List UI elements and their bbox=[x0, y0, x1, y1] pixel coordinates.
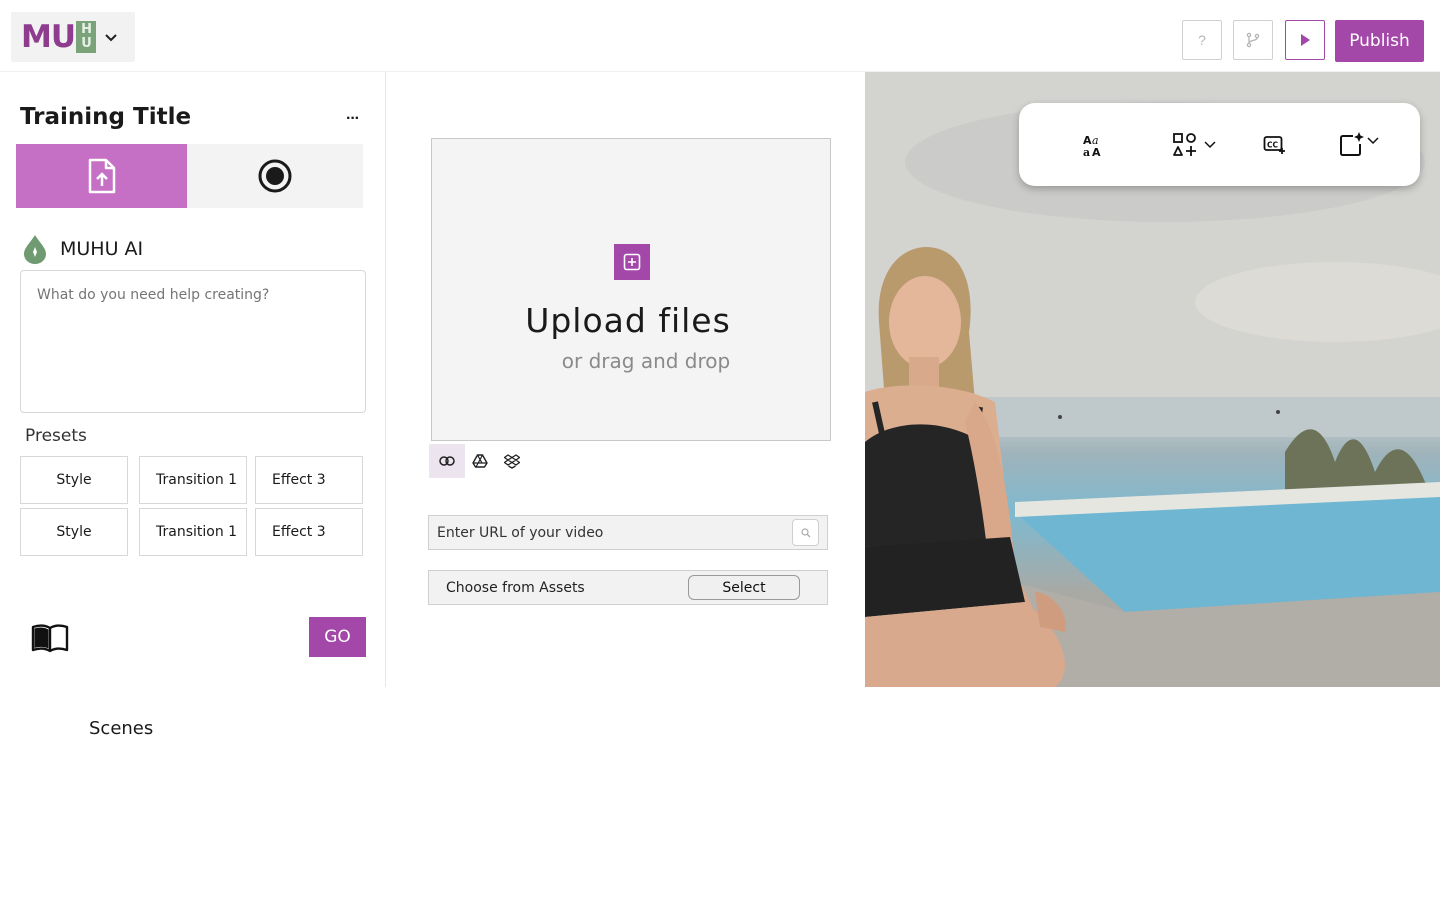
go-button[interactable]: GO bbox=[309, 617, 366, 657]
captions-icon: CC bbox=[1263, 136, 1285, 154]
help-button[interactable]: ? bbox=[1182, 20, 1222, 60]
elements-button[interactable] bbox=[1173, 133, 1216, 157]
search-icon bbox=[800, 527, 810, 537]
tab-record[interactable] bbox=[187, 144, 363, 208]
select-asset-button[interactable]: Select bbox=[688, 575, 800, 600]
sparkle-frame-icon bbox=[1340, 132, 1364, 156]
play-icon bbox=[1301, 34, 1310, 46]
branch-icon bbox=[1246, 32, 1260, 48]
logo-menu-button[interactable]: MU H U bbox=[11, 12, 135, 62]
preset-style-2[interactable]: Style bbox=[20, 508, 128, 556]
text-style-icon: Aaa A bbox=[1083, 134, 1101, 157]
logo-hu-bottom: U bbox=[81, 36, 92, 51]
mode-tabs bbox=[16, 144, 363, 210]
upload-subtitle: or drag and drop bbox=[561, 349, 731, 373]
chevron-down-icon bbox=[1367, 137, 1379, 145]
record-icon bbox=[258, 159, 292, 193]
preview-play-button[interactable] bbox=[1285, 20, 1325, 60]
publish-button[interactable]: Publish bbox=[1335, 20, 1424, 62]
video-preview[interactable]: AaaA CC bbox=[865, 72, 1440, 687]
chevron-down-icon bbox=[1204, 141, 1216, 149]
link-source-button[interactable] bbox=[429, 444, 465, 478]
captions-button[interactable]: CC bbox=[1263, 133, 1287, 155]
assets-row: Choose from Assets Select bbox=[428, 570, 828, 605]
book-icon bbox=[31, 624, 69, 653]
url-search-button[interactable] bbox=[792, 519, 819, 546]
ai-drop-icon bbox=[24, 235, 46, 264]
url-field-row bbox=[428, 515, 828, 550]
chevron-down-icon bbox=[105, 34, 117, 42]
google-drive-button[interactable] bbox=[465, 444, 495, 478]
ai-label: MUHU AI bbox=[60, 238, 144, 260]
preset-transition-1[interactable]: Transition 1 bbox=[139, 456, 247, 504]
file-upload-icon bbox=[88, 158, 115, 194]
upload-dropzone[interactable]: Upload files or drag and drop bbox=[431, 138, 831, 441]
ai-effects-button[interactable] bbox=[1339, 131, 1379, 157]
upload-title: Upload files bbox=[525, 301, 731, 340]
preset-transition-2[interactable]: Transition 1 bbox=[139, 508, 247, 556]
scenes-label: Scenes bbox=[89, 718, 154, 739]
svg-text:a: a bbox=[1083, 146, 1090, 157]
dropbox-button[interactable] bbox=[495, 444, 529, 478]
help-icon: ? bbox=[1198, 32, 1206, 48]
tab-upload[interactable] bbox=[16, 144, 187, 208]
dropbox-icon bbox=[504, 453, 520, 469]
logo-text: MU bbox=[21, 19, 76, 55]
logo-hu-block: H U bbox=[76, 21, 97, 53]
preview-toolbar: AaaA CC bbox=[1019, 103, 1420, 186]
text-style-button[interactable]: AaaA bbox=[1083, 133, 1105, 157]
svg-text:A: A bbox=[1092, 146, 1101, 157]
branch-button[interactable] bbox=[1233, 20, 1273, 60]
preset-style-1[interactable]: Style bbox=[20, 456, 128, 504]
more-options-button[interactable]: ··· bbox=[346, 110, 360, 128]
add-file-icon bbox=[614, 244, 650, 280]
ai-assistant-header: MUHU AI bbox=[22, 234, 143, 264]
shapes-icon bbox=[1173, 133, 1196, 156]
top-bar: MU H U ? Publish bbox=[0, 0, 1440, 72]
preset-effect-1[interactable]: Effect 3 bbox=[255, 456, 363, 504]
page-title: Training Title bbox=[20, 104, 192, 130]
guide-button[interactable] bbox=[31, 623, 69, 658]
presets-label: Presets bbox=[25, 426, 87, 446]
logo-hu-top: H bbox=[81, 22, 92, 37]
link-icon bbox=[439, 456, 455, 466]
logo: MU H U bbox=[21, 19, 97, 55]
svg-text:CC: CC bbox=[1267, 141, 1279, 150]
google-drive-icon bbox=[472, 454, 488, 468]
video-url-input[interactable] bbox=[429, 516, 787, 549]
ai-prompt-input[interactable] bbox=[20, 270, 366, 413]
source-options bbox=[429, 444, 529, 478]
assets-label: Choose from Assets bbox=[446, 580, 585, 596]
preset-effect-2[interactable]: Effect 3 bbox=[255, 508, 363, 556]
left-panel: Training Title ··· MUHU AI Presets Style… bbox=[0, 72, 386, 687]
